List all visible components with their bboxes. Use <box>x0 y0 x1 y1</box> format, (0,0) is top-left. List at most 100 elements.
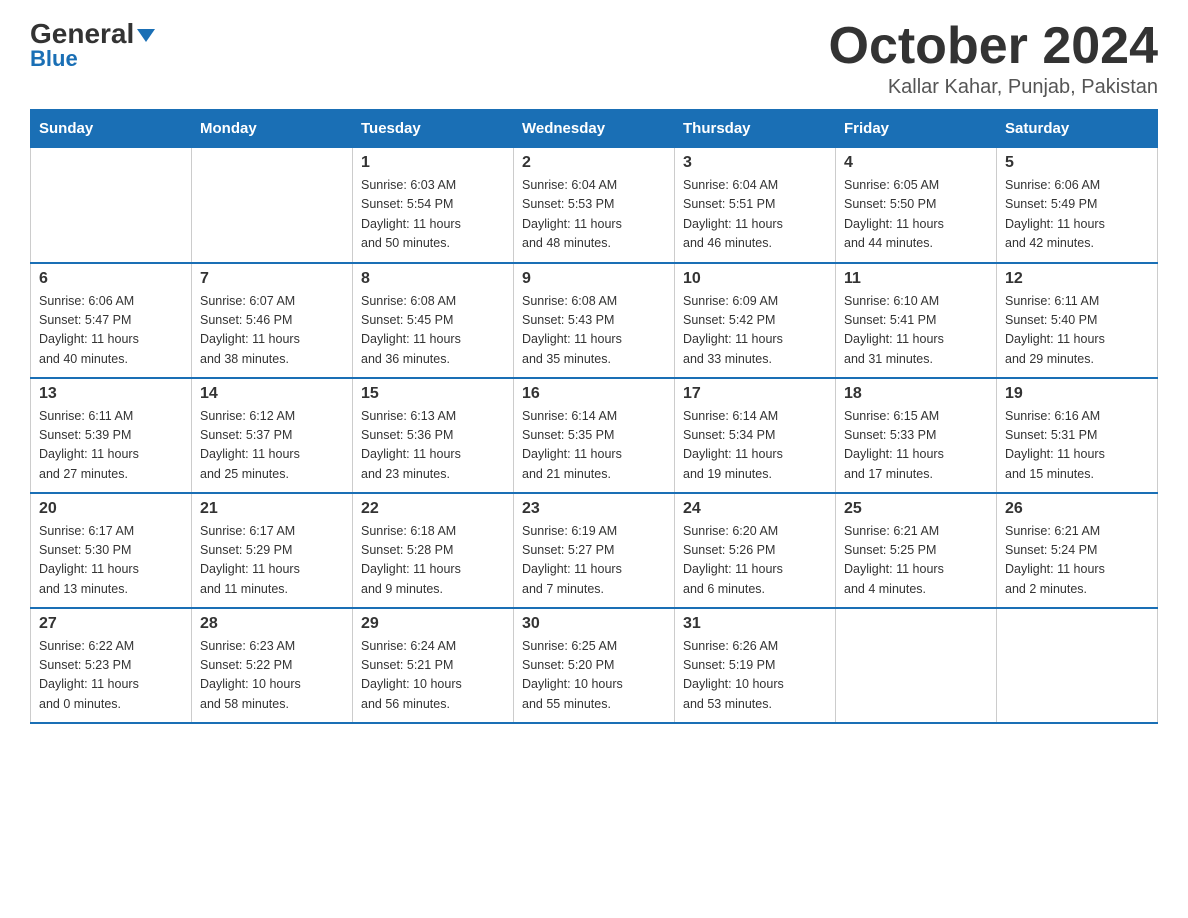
day-number: 26 <box>1005 500 1149 518</box>
day-number: 25 <box>844 500 988 518</box>
day-number: 5 <box>1005 154 1149 172</box>
day-info: Sunrise: 6:11 AM Sunset: 5:39 PM Dayligh… <box>39 407 183 485</box>
day-number: 11 <box>844 270 988 288</box>
day-info: Sunrise: 6:05 AM Sunset: 5:50 PM Dayligh… <box>844 176 988 254</box>
day-number: 16 <box>522 385 666 403</box>
day-number: 23 <box>522 500 666 518</box>
calendar-cell: 14Sunrise: 6:12 AM Sunset: 5:37 PM Dayli… <box>192 378 353 493</box>
day-number: 28 <box>200 615 344 633</box>
calendar-cell: 19Sunrise: 6:16 AM Sunset: 5:31 PM Dayli… <box>997 378 1158 493</box>
title-section: October 2024 Kallar Kahar, Punjab, Pakis… <box>829 20 1159 99</box>
day-number: 9 <box>522 270 666 288</box>
day-header-sunday: Sunday <box>31 110 192 148</box>
day-header-thursday: Thursday <box>675 110 836 148</box>
calendar-cell: 16Sunrise: 6:14 AM Sunset: 5:35 PM Dayli… <box>514 378 675 493</box>
calendar-cell: 25 Sunrise: 6:21 AM Sunset: 5:25 PM Dayli… <box>836 493 997 608</box>
day-info: Sunrise: 6:13 AM Sunset: 5:36 PM Dayligh… <box>361 407 505 485</box>
calendar-cell <box>31 148 192 263</box>
day-number: 18 <box>844 385 988 403</box>
day-header-saturday: Saturday <box>997 110 1158 148</box>
calendar-week-1: 1Sunrise: 6:03 AM Sunset: 5:54 PM Daylig… <box>31 148 1158 263</box>
day-info: Sunrise: 6:14 AM Sunset: 5:34 PM Dayligh… <box>683 407 827 485</box>
location: Kallar Kahar, Punjab, Pakistan <box>829 76 1159 99</box>
day-info: Sunrise: 6:15 AM Sunset: 5:33 PM Dayligh… <box>844 407 988 485</box>
day-info: Sunrise: 6:12 AM Sunset: 5:37 PM Dayligh… <box>200 407 344 485</box>
day-info: Sunrise: 6:04 AM Sunset: 5:51 PM Dayligh… <box>683 176 827 254</box>
day-info: Sunrise: 6:19 AM Sunset: 5:27 PM Dayligh… <box>522 522 666 600</box>
calendar-cell <box>192 148 353 263</box>
day-info: Sunrise: 6:21 AM Sunset: 5:25 PM Dayligh… <box>844 522 988 600</box>
calendar-cell: 20 Sunrise: 6:17 AM Sunset: 5:30 PM Dayli… <box>31 493 192 608</box>
day-info: Sunrise: 6:03 AM Sunset: 5:54 PM Dayligh… <box>361 176 505 254</box>
calendar-cell: 10Sunrise: 6:09 AM Sunset: 5:42 PM Dayli… <box>675 263 836 378</box>
calendar-cell: 29 Sunrise: 6:24 AM Sunset: 5:21 PM Dayli… <box>353 608 514 723</box>
day-info: Sunrise: 6:22 AM Sunset: 5:23 PM Dayligh… <box>39 637 183 715</box>
calendar-cell: 31 Sunrise: 6:26 AM Sunset: 5:19 PM Dayli… <box>675 608 836 723</box>
logo-blue: Blue <box>30 46 78 72</box>
day-info: Sunrise: 6:16 AM Sunset: 5:31 PM Dayligh… <box>1005 407 1149 485</box>
month-title: October 2024 <box>829 20 1159 72</box>
day-number: 20 <box>39 500 183 518</box>
calendar-week-5: 27 Sunrise: 6:22 AM Sunset: 5:23 PM Dayli… <box>31 608 1158 723</box>
day-info: Sunrise: 6:10 AM Sunset: 5:41 PM Dayligh… <box>844 292 988 370</box>
day-info: Sunrise: 6:20 AM Sunset: 5:26 PM Dayligh… <box>683 522 827 600</box>
calendar-cell: 23 Sunrise: 6:19 AM Sunset: 5:27 PM Dayli… <box>514 493 675 608</box>
day-info: Sunrise: 6:04 AM Sunset: 5:53 PM Dayligh… <box>522 176 666 254</box>
calendar-cell: 22Sunrise: 6:18 AM Sunset: 5:28 PM Dayli… <box>353 493 514 608</box>
calendar-cell: 3 Sunrise: 6:04 AM Sunset: 5:51 PM Daylig… <box>675 148 836 263</box>
day-number: 29 <box>361 615 505 633</box>
day-number: 21 <box>200 500 344 518</box>
day-info: Sunrise: 6:17 AM Sunset: 5:30 PM Dayligh… <box>39 522 183 600</box>
day-number: 3 <box>683 154 827 172</box>
calendar-cell: 27 Sunrise: 6:22 AM Sunset: 5:23 PM Dayli… <box>31 608 192 723</box>
day-header-tuesday: Tuesday <box>353 110 514 148</box>
day-number: 7 <box>200 270 344 288</box>
calendar-cell: 2 Sunrise: 6:04 AM Sunset: 5:53 PM Daylig… <box>514 148 675 263</box>
day-number: 22 <box>361 500 505 518</box>
calendar-cell: 6 Sunrise: 6:06 AM Sunset: 5:47 PM Daylig… <box>31 263 192 378</box>
calendar-week-3: 13Sunrise: 6:11 AM Sunset: 5:39 PM Dayli… <box>31 378 1158 493</box>
calendar-cell: 8Sunrise: 6:08 AM Sunset: 5:45 PM Daylig… <box>353 263 514 378</box>
day-number: 2 <box>522 154 666 172</box>
calendar-cell: 24Sunrise: 6:20 AM Sunset: 5:26 PM Dayli… <box>675 493 836 608</box>
day-number: 6 <box>39 270 183 288</box>
day-info: Sunrise: 6:25 AM Sunset: 5:20 PM Dayligh… <box>522 637 666 715</box>
calendar-cell: 28 Sunrise: 6:23 AM Sunset: 5:22 PM Dayli… <box>192 608 353 723</box>
page-header: General Blue October 2024 Kallar Kahar, … <box>30 20 1158 99</box>
calendar-cell: 9 Sunrise: 6:08 AM Sunset: 5:43 PM Daylig… <box>514 263 675 378</box>
calendar-table: SundayMondayTuesdayWednesdayThursdayFrid… <box>30 109 1158 724</box>
day-info: Sunrise: 6:24 AM Sunset: 5:21 PM Dayligh… <box>361 637 505 715</box>
calendar-cell: 26Sunrise: 6:21 AM Sunset: 5:24 PM Dayli… <box>997 493 1158 608</box>
calendar-week-4: 20 Sunrise: 6:17 AM Sunset: 5:30 PM Dayli… <box>31 493 1158 608</box>
day-info: Sunrise: 6:23 AM Sunset: 5:22 PM Dayligh… <box>200 637 344 715</box>
calendar-cell: 5 Sunrise: 6:06 AM Sunset: 5:49 PM Daylig… <box>997 148 1158 263</box>
day-header-wednesday: Wednesday <box>514 110 675 148</box>
day-number: 27 <box>39 615 183 633</box>
day-info: Sunrise: 6:26 AM Sunset: 5:19 PM Dayligh… <box>683 637 827 715</box>
calendar-cell: 21 Sunrise: 6:17 AM Sunset: 5:29 PM Dayli… <box>192 493 353 608</box>
day-info: Sunrise: 6:08 AM Sunset: 5:45 PM Dayligh… <box>361 292 505 370</box>
calendar-cell: 15 Sunrise: 6:13 AM Sunset: 5:36 PM Dayli… <box>353 378 514 493</box>
day-number: 12 <box>1005 270 1149 288</box>
day-info: Sunrise: 6:06 AM Sunset: 5:47 PM Dayligh… <box>39 292 183 370</box>
calendar-cell: 18 Sunrise: 6:15 AM Sunset: 5:33 PM Dayli… <box>836 378 997 493</box>
calendar-cell: 4 Sunrise: 6:05 AM Sunset: 5:50 PM Daylig… <box>836 148 997 263</box>
day-number: 31 <box>683 615 827 633</box>
calendar-cell <box>836 608 997 723</box>
calendar-cell: 1Sunrise: 6:03 AM Sunset: 5:54 PM Daylig… <box>353 148 514 263</box>
day-number: 17 <box>683 385 827 403</box>
day-number: 4 <box>844 154 988 172</box>
day-info: Sunrise: 6:11 AM Sunset: 5:40 PM Dayligh… <box>1005 292 1149 370</box>
day-header-friday: Friday <box>836 110 997 148</box>
day-info: Sunrise: 6:08 AM Sunset: 5:43 PM Dayligh… <box>522 292 666 370</box>
calendar-cell <box>997 608 1158 723</box>
calendar-cell: 13Sunrise: 6:11 AM Sunset: 5:39 PM Dayli… <box>31 378 192 493</box>
day-number: 15 <box>361 385 505 403</box>
calendar-cell: 12 Sunrise: 6:11 AM Sunset: 5:40 PM Dayli… <box>997 263 1158 378</box>
calendar-cell: 30Sunrise: 6:25 AM Sunset: 5:20 PM Dayli… <box>514 608 675 723</box>
logo: General Blue <box>30 20 155 72</box>
day-info: Sunrise: 6:06 AM Sunset: 5:49 PM Dayligh… <box>1005 176 1149 254</box>
calendar-cell: 11 Sunrise: 6:10 AM Sunset: 5:41 PM Dayli… <box>836 263 997 378</box>
day-header-monday: Monday <box>192 110 353 148</box>
day-info: Sunrise: 6:17 AM Sunset: 5:29 PM Dayligh… <box>200 522 344 600</box>
